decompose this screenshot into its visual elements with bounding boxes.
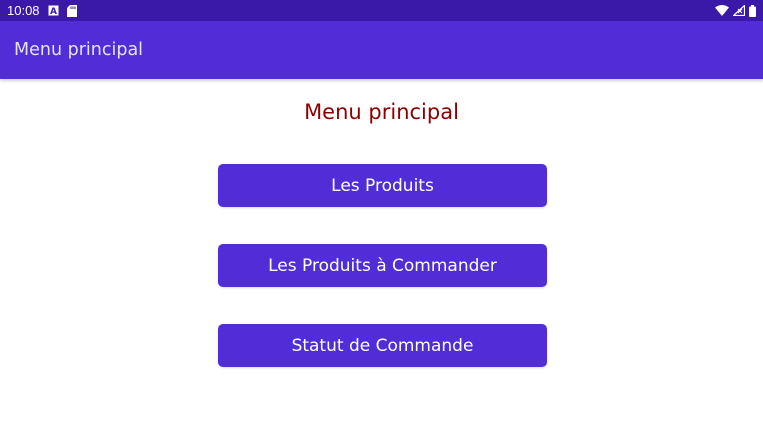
app-bar-title: Menu principal (14, 40, 144, 60)
page-title: Menu principal (304, 100, 459, 124)
svg-text:A: A (50, 7, 57, 16)
products-to-order-button[interactable]: Les Produits à Commander (218, 244, 547, 287)
sd-card-icon (66, 4, 77, 17)
wifi-icon (715, 5, 729, 16)
status-time: 10:08 (7, 3, 40, 18)
main-content: Menu principal Les Produits Les Produits… (0, 79, 763, 429)
order-status-button-label: Statut de Commande (291, 335, 474, 356)
app-bar: Menu principal (0, 21, 763, 79)
products-button[interactable]: Les Produits (218, 164, 547, 207)
products-button-label: Les Produits (331, 175, 434, 196)
order-status-button[interactable]: Statut de Commande (218, 324, 547, 367)
battery-icon (749, 4, 756, 17)
signal-icon (733, 5, 745, 16)
notification-a-icon: A (48, 5, 59, 16)
products-to-order-button-label: Les Produits à Commander (268, 255, 497, 276)
status-bar: 10:08 A (0, 0, 763, 21)
